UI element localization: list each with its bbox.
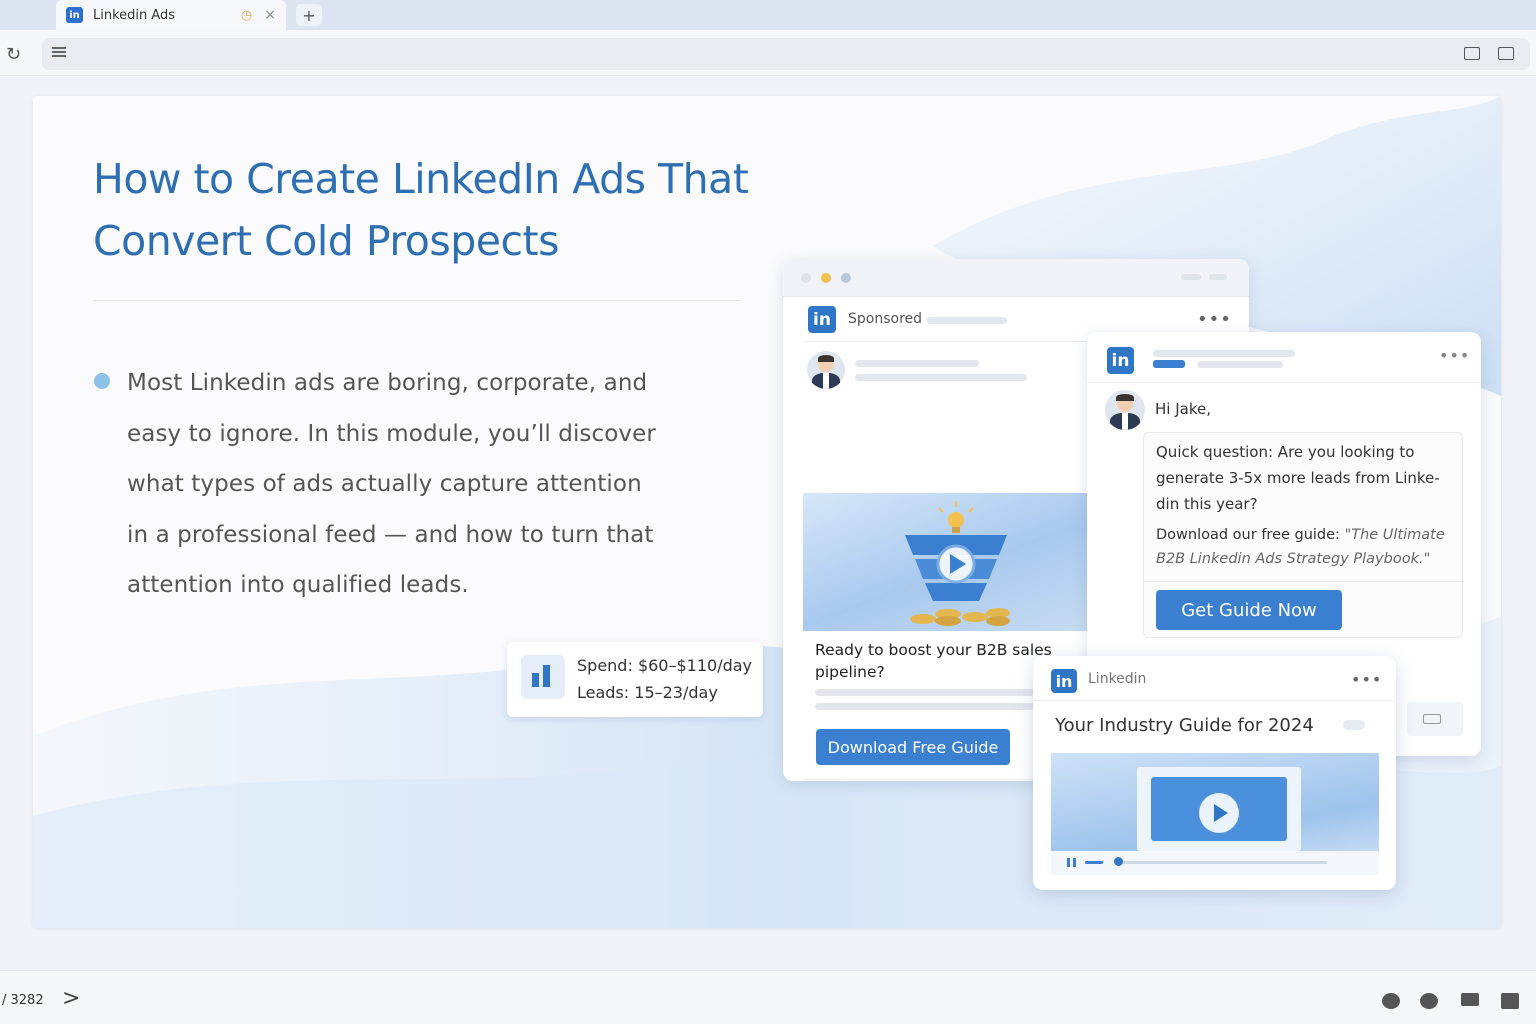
play-icon[interactable] — [1199, 793, 1239, 833]
monitor-icon[interactable] — [1461, 993, 1479, 1006]
offer-text: Download our free guide: "The Ultimate B… — [1156, 523, 1458, 571]
progress-bar[interactable] — [1115, 861, 1327, 864]
leads-value: 15–23/day — [634, 683, 718, 702]
viewer-footer: / 3282 > — [0, 970, 1536, 1024]
picture-in-picture-icon[interactable] — [1464, 47, 1480, 60]
spend-value: $60–$110/day — [637, 656, 753, 675]
bullet-text: Most Linkedin ads are boring, corporate,… — [127, 370, 656, 598]
bullet-icon — [94, 373, 110, 389]
pause-icon[interactable] — [1067, 858, 1070, 867]
title-divider — [93, 300, 741, 301]
avatar — [807, 351, 845, 389]
ad-stats-card: Spend: $60–$110/day Leads: 15–23/day — [507, 642, 763, 717]
window-dot-icon — [801, 273, 811, 283]
globe-icon[interactable] — [1382, 993, 1400, 1009]
more-options-icon[interactable]: ••• — [1351, 670, 1382, 689]
tab-bar: in Linkedin Ads ◷ × + — [0, 0, 1536, 30]
industry-guide-card: in Linkedin ••• Your Industry Guide for … — [1033, 656, 1396, 890]
ad-headline: Ready to boost your B2B sales pipeline? — [815, 641, 1052, 681]
window-icon[interactable] — [1498, 47, 1514, 60]
menu-icon[interactable] — [52, 47, 66, 59]
copy-icon[interactable] — [1501, 993, 1519, 1009]
progress-handle[interactable] — [1114, 857, 1123, 866]
spend-label: Spend: — [577, 656, 633, 675]
browser-toolbar: ↻ — [0, 30, 1536, 76]
more-options-icon[interactable]: ••• — [1197, 309, 1232, 330]
avatar — [1105, 390, 1145, 430]
timer-icon: ◷ — [240, 7, 253, 23]
reload-icon[interactable]: ↻ — [6, 44, 21, 65]
window-dot-icon — [841, 273, 851, 283]
offer-prefix: Download our free guide: — [1156, 527, 1345, 543]
leads-line: Leads: 15–23/day — [577, 683, 718, 702]
new-tab-button[interactable]: + — [296, 4, 322, 26]
video-player[interactable] — [1051, 753, 1379, 875]
message-bubble: Quick question: Are you looking to gener… — [1143, 432, 1464, 638]
address-bar[interactable] — [42, 38, 1530, 70]
funnel-icon — [905, 501, 1010, 626]
next-page-button[interactable]: > — [62, 986, 80, 1011]
bar-chart-icon — [521, 655, 565, 699]
linkedin-logo-icon: in — [808, 306, 836, 333]
page-count: / 3282 — [2, 993, 44, 1008]
video-controls — [1051, 851, 1379, 875]
linkedin-logo-icon: in — [1107, 347, 1134, 374]
clock-icon[interactable] — [1420, 993, 1438, 1009]
download-free-guide-button[interactable]: Download Free Guide — [816, 729, 1010, 765]
guide-title: Your Industry Guide for 2024 — [1055, 715, 1314, 736]
close-tab-button[interactable]: × — [264, 7, 276, 23]
window-dot-icon — [821, 273, 831, 283]
get-guide-now-button[interactable]: Get Guide Now — [1156, 590, 1342, 630]
sponsored-label: Sponsored — [848, 311, 923, 327]
keyboard-icon — [1423, 714, 1441, 724]
more-options-icon[interactable]: ••• — [1439, 346, 1470, 365]
presentation-slide: How to Create LinkedIn Ads That Convert … — [33, 96, 1501, 928]
mockup-window-bar — [783, 259, 1249, 297]
greeting-text: Hi Jake, — [1155, 400, 1211, 418]
spend-line: Spend: $60–$110/day — [577, 656, 752, 675]
question-text: Quick question: Are you looking to gener… — [1156, 443, 1440, 513]
brand-label: Linkedin — [1088, 671, 1147, 687]
slide-title: How to Create LinkedIn Ads That Convert … — [93, 155, 749, 265]
tab-title: Linkedin Ads — [93, 7, 176, 23]
tab-linkedin-ads[interactable]: in Linkedin Ads ◷ × — [56, 0, 286, 30]
leads-label: Leads: — [577, 683, 630, 702]
linkedin-favicon-icon: in — [66, 7, 83, 23]
linkedin-logo-icon: in — [1051, 669, 1077, 693]
funnel-illustration — [803, 493, 1087, 631]
